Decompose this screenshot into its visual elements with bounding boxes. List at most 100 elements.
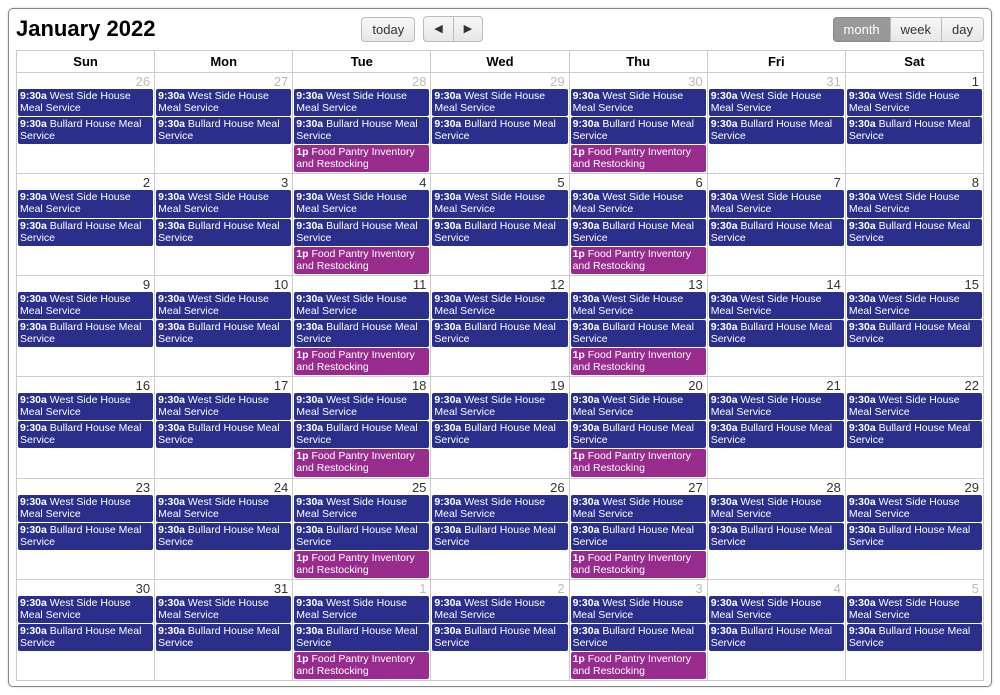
day-cell[interactable]: 189:30a West Side House Meal Service9:30…: [293, 377, 431, 478]
calendar-event[interactable]: 9:30a Bullard House Meal Service: [156, 320, 291, 347]
calendar-event[interactable]: 9:30a Bullard House Meal Service: [709, 523, 844, 550]
calendar-event[interactable]: 9:30a West Side House Meal Service: [294, 495, 429, 522]
calendar-event[interactable]: 9:30a West Side House Meal Service: [18, 89, 153, 116]
calendar-event[interactable]: 9:30a Bullard House Meal Service: [432, 624, 567, 651]
calendar-event[interactable]: 1p Food Pantry Inventory and Restocking: [294, 247, 429, 274]
day-cell[interactable]: 279:30a West Side House Meal Service9:30…: [155, 73, 293, 174]
calendar-event[interactable]: 1p Food Pantry Inventory and Restocking: [571, 247, 706, 274]
day-cell[interactable]: 59:30a West Side House Meal Service9:30a…: [431, 174, 569, 275]
calendar-event[interactable]: 9:30a West Side House Meal Service: [571, 495, 706, 522]
calendar-event[interactable]: 9:30a West Side House Meal Service: [294, 89, 429, 116]
calendar-event[interactable]: 9:30a West Side House Meal Service: [571, 292, 706, 319]
calendar-event[interactable]: 9:30a West Side House Meal Service: [709, 596, 844, 623]
calendar-event[interactable]: 1p Food Pantry Inventory and Restocking: [571, 449, 706, 476]
calendar-event[interactable]: 9:30a West Side House Meal Service: [18, 596, 153, 623]
calendar-event[interactable]: 9:30a Bullard House Meal Service: [18, 624, 153, 651]
day-cell[interactable]: 269:30a West Side House Meal Service9:30…: [431, 478, 569, 579]
day-cell[interactable]: 69:30a West Side House Meal Service9:30a…: [569, 174, 707, 275]
day-cell[interactable]: 319:30a West Side House Meal Service9:30…: [155, 579, 293, 680]
calendar-event[interactable]: 9:30a West Side House Meal Service: [156, 495, 291, 522]
day-cell[interactable]: 39:30a West Side House Meal Service9:30a…: [569, 579, 707, 680]
calendar-event[interactable]: 9:30a West Side House Meal Service: [709, 190, 844, 217]
calendar-event[interactable]: 9:30a West Side House Meal Service: [571, 89, 706, 116]
calendar-event[interactable]: 9:30a Bullard House Meal Service: [571, 624, 706, 651]
calendar-event[interactable]: 9:30a West Side House Meal Service: [294, 596, 429, 623]
calendar-event[interactable]: 1p Food Pantry Inventory and Restocking: [294, 449, 429, 476]
calendar-event[interactable]: 9:30a Bullard House Meal Service: [847, 624, 982, 651]
view-day-button[interactable]: day: [941, 17, 984, 42]
day-cell[interactable]: 239:30a West Side House Meal Service9:30…: [17, 478, 155, 579]
day-cell[interactable]: 219:30a West Side House Meal Service9:30…: [707, 377, 845, 478]
day-cell[interactable]: 259:30a West Side House Meal Service9:30…: [293, 478, 431, 579]
day-cell[interactable]: 159:30a West Side House Meal Service9:30…: [845, 275, 983, 376]
day-cell[interactable]: 149:30a West Side House Meal Service9:30…: [707, 275, 845, 376]
today-button[interactable]: today: [361, 17, 415, 42]
calendar-event[interactable]: 9:30a West Side House Meal Service: [294, 190, 429, 217]
calendar-event[interactable]: 9:30a Bullard House Meal Service: [709, 117, 844, 144]
calendar-event[interactable]: 9:30a Bullard House Meal Service: [294, 219, 429, 246]
calendar-event[interactable]: 9:30a Bullard House Meal Service: [571, 117, 706, 144]
calendar-event[interactable]: 9:30a Bullard House Meal Service: [571, 523, 706, 550]
calendar-event[interactable]: 9:30a West Side House Meal Service: [847, 495, 982, 522]
day-cell[interactable]: 119:30a West Side House Meal Service9:30…: [293, 275, 431, 376]
day-cell[interactable]: 59:30a West Side House Meal Service9:30a…: [845, 579, 983, 680]
calendar-event[interactable]: 9:30a West Side House Meal Service: [571, 596, 706, 623]
calendar-event[interactable]: 9:30a West Side House Meal Service: [847, 190, 982, 217]
calendar-event[interactable]: 9:30a West Side House Meal Service: [571, 393, 706, 420]
calendar-event[interactable]: 9:30a West Side House Meal Service: [432, 393, 567, 420]
day-cell[interactable]: 89:30a West Side House Meal Service9:30a…: [845, 174, 983, 275]
calendar-event[interactable]: 9:30a West Side House Meal Service: [294, 292, 429, 319]
calendar-event[interactable]: 9:30a Bullard House Meal Service: [571, 320, 706, 347]
view-week-button[interactable]: week: [890, 17, 942, 42]
day-cell[interactable]: 129:30a West Side House Meal Service9:30…: [431, 275, 569, 376]
calendar-event[interactable]: 9:30a West Side House Meal Service: [709, 495, 844, 522]
day-cell[interactable]: 49:30a West Side House Meal Service9:30a…: [707, 579, 845, 680]
calendar-event[interactable]: 9:30a West Side House Meal Service: [432, 596, 567, 623]
calendar-event[interactable]: 9:30a Bullard House Meal Service: [709, 320, 844, 347]
prev-button[interactable]: ◀: [423, 16, 453, 42]
day-cell[interactable]: 19:30a West Side House Meal Service9:30a…: [293, 579, 431, 680]
calendar-event[interactable]: 9:30a West Side House Meal Service: [18, 292, 153, 319]
calendar-event[interactable]: 9:30a Bullard House Meal Service: [294, 320, 429, 347]
calendar-event[interactable]: 9:30a Bullard House Meal Service: [18, 421, 153, 448]
calendar-event[interactable]: 9:30a Bullard House Meal Service: [156, 523, 291, 550]
calendar-event[interactable]: 9:30a West Side House Meal Service: [294, 393, 429, 420]
day-cell[interactable]: 289:30a West Side House Meal Service9:30…: [293, 73, 431, 174]
calendar-event[interactable]: 9:30a West Side House Meal Service: [156, 89, 291, 116]
calendar-event[interactable]: 9:30a Bullard House Meal Service: [294, 624, 429, 651]
calendar-event[interactable]: 9:30a Bullard House Meal Service: [847, 320, 982, 347]
day-cell[interactable]: 79:30a West Side House Meal Service9:30a…: [707, 174, 845, 275]
calendar-event[interactable]: 1p Food Pantry Inventory and Restocking: [571, 145, 706, 172]
day-cell[interactable]: 169:30a West Side House Meal Service9:30…: [17, 377, 155, 478]
calendar-event[interactable]: 9:30a West Side House Meal Service: [156, 393, 291, 420]
view-month-button[interactable]: month: [833, 17, 891, 42]
calendar-event[interactable]: 9:30a Bullard House Meal Service: [432, 421, 567, 448]
calendar-event[interactable]: 9:30a West Side House Meal Service: [432, 190, 567, 217]
calendar-event[interactable]: 9:30a Bullard House Meal Service: [294, 117, 429, 144]
calendar-event[interactable]: 1p Food Pantry Inventory and Restocking: [571, 348, 706, 375]
calendar-event[interactable]: 1p Food Pantry Inventory and Restocking: [294, 348, 429, 375]
calendar-event[interactable]: 9:30a Bullard House Meal Service: [18, 523, 153, 550]
calendar-event[interactable]: 1p Food Pantry Inventory and Restocking: [294, 145, 429, 172]
calendar-event[interactable]: 9:30a West Side House Meal Service: [709, 292, 844, 319]
calendar-event[interactable]: 9:30a West Side House Meal Service: [432, 495, 567, 522]
calendar-event[interactable]: 9:30a West Side House Meal Service: [18, 190, 153, 217]
next-button[interactable]: ▶: [453, 16, 483, 42]
calendar-event[interactable]: 9:30a West Side House Meal Service: [156, 292, 291, 319]
calendar-event[interactable]: 1p Food Pantry Inventory and Restocking: [571, 551, 706, 578]
day-cell[interactable]: 299:30a West Side House Meal Service9:30…: [431, 73, 569, 174]
calendar-event[interactable]: 9:30a Bullard House Meal Service: [432, 219, 567, 246]
day-cell[interactable]: 39:30a West Side House Meal Service9:30a…: [155, 174, 293, 275]
day-cell[interactable]: 269:30a West Side House Meal Service9:30…: [17, 73, 155, 174]
day-cell[interactable]: 139:30a West Side House Meal Service9:30…: [569, 275, 707, 376]
day-cell[interactable]: 179:30a West Side House Meal Service9:30…: [155, 377, 293, 478]
calendar-event[interactable]: 9:30a Bullard House Meal Service: [156, 117, 291, 144]
day-cell[interactable]: 229:30a West Side House Meal Service9:30…: [845, 377, 983, 478]
calendar-event[interactable]: 9:30a West Side House Meal Service: [847, 596, 982, 623]
calendar-event[interactable]: 9:30a Bullard House Meal Service: [432, 320, 567, 347]
calendar-event[interactable]: 1p Food Pantry Inventory and Restocking: [294, 551, 429, 578]
calendar-event[interactable]: 9:30a Bullard House Meal Service: [294, 523, 429, 550]
calendar-event[interactable]: 9:30a West Side House Meal Service: [709, 89, 844, 116]
calendar-event[interactable]: 9:30a Bullard House Meal Service: [709, 624, 844, 651]
calendar-event[interactable]: 9:30a Bullard House Meal Service: [294, 421, 429, 448]
